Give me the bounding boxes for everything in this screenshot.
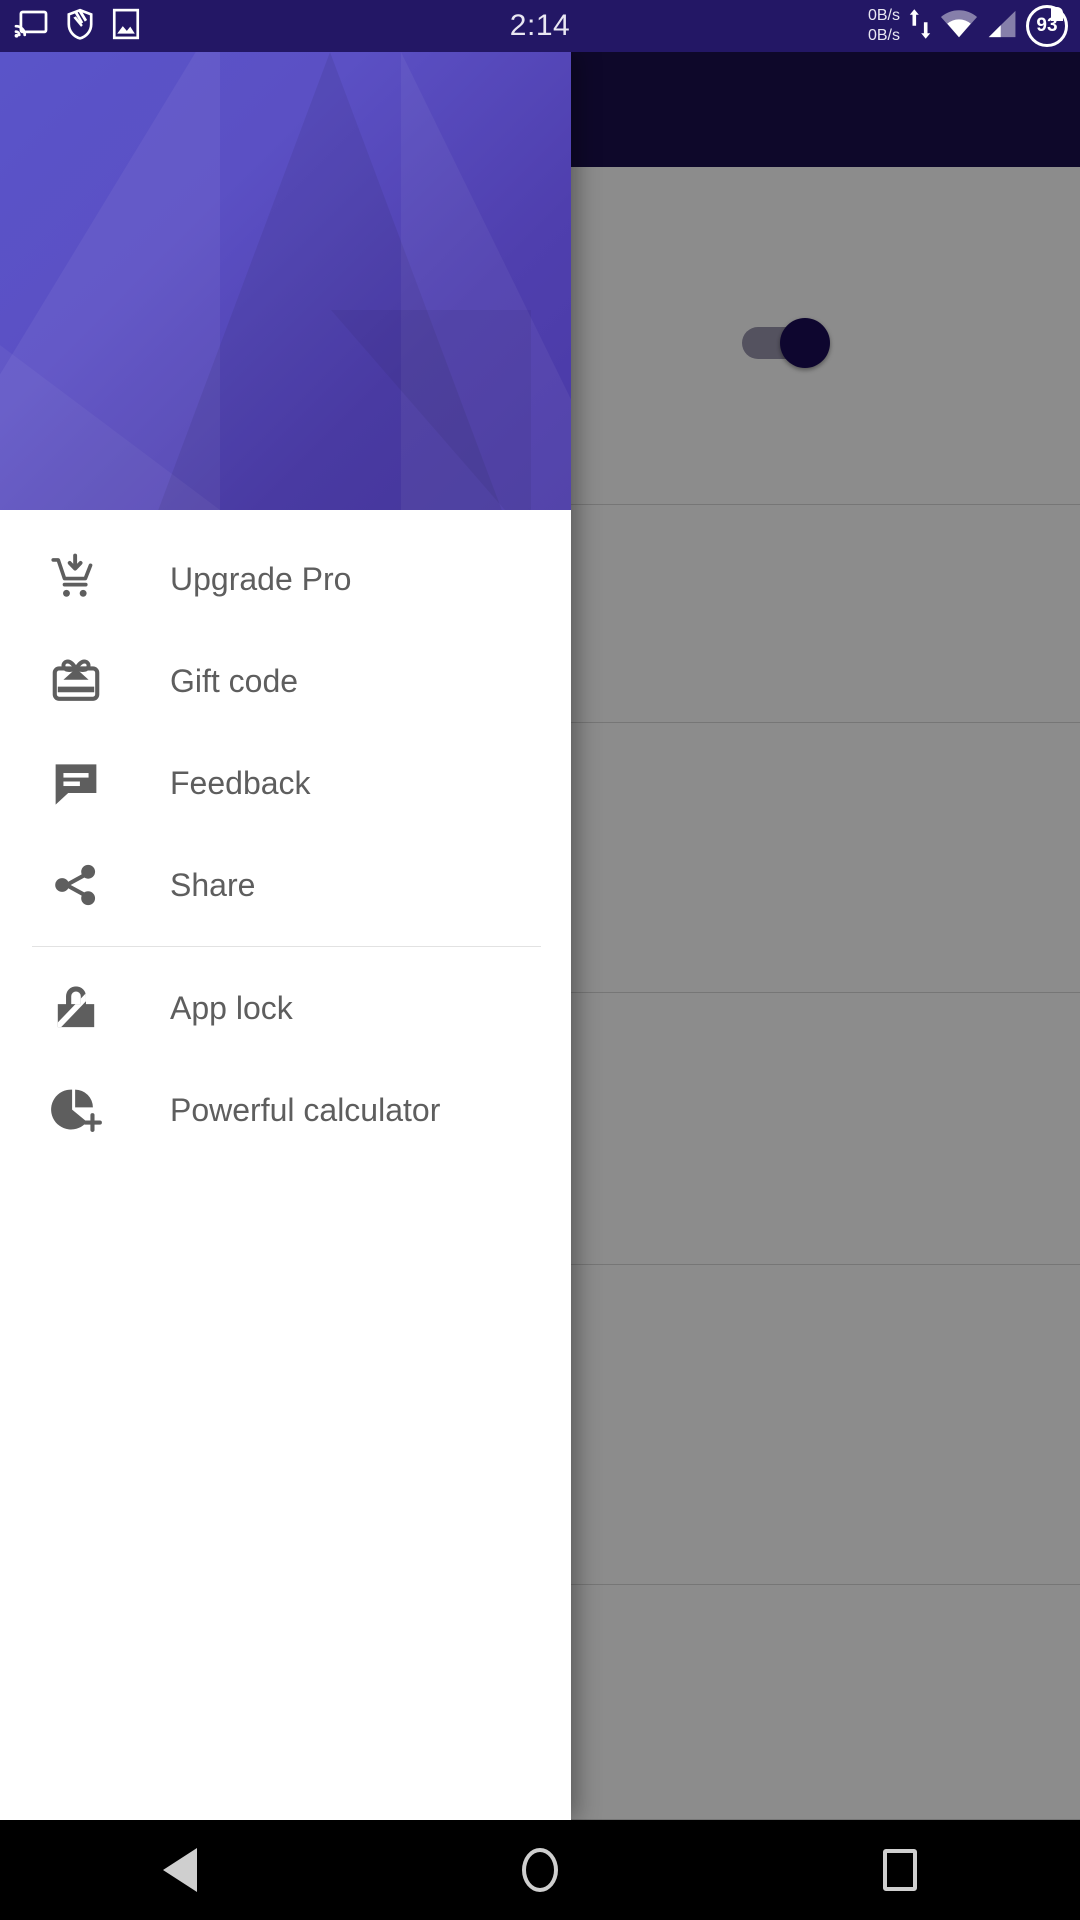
drawer-item-label: Gift code: [170, 662, 299, 699]
recents-button[interactable]: [820, 1820, 980, 1920]
app-lock-icon: [48, 980, 104, 1036]
gift-card-icon: [48, 653, 104, 709]
header-facet-shape: [331, 310, 531, 510]
drawer-item-share[interactable]: Share: [0, 834, 571, 936]
drawer-item-label: App lock: [170, 989, 293, 1026]
drawer-item-gift-code[interactable]: Gift code: [0, 630, 571, 732]
drawer-item-label: Share: [170, 866, 256, 903]
drawer-section-divider: [32, 946, 541, 947]
drawer-item-label: Powerful calculator: [170, 1091, 441, 1128]
home-button[interactable]: [460, 1820, 620, 1920]
drawer-item-upgrade-pro[interactable]: Upgrade Pro: [0, 528, 571, 630]
chat-bubble-icon: [48, 755, 104, 811]
cart-download-icon: [48, 551, 104, 607]
drawer-item-powerful-calculator[interactable]: Powerful calculator: [0, 1059, 571, 1161]
header-facet-shape: [0, 300, 220, 510]
drawer-item-app-lock[interactable]: App lock: [0, 957, 571, 1059]
battery-percent-label: 93: [1036, 15, 1058, 36]
drawer-item-label: Upgrade Pro: [170, 560, 352, 597]
drawer-header: [0, 52, 571, 510]
network-speed-indicator: 0B/s 0B/s: [868, 6, 900, 46]
circle-icon: [522, 1848, 558, 1892]
cellular-signal-icon: [986, 9, 1018, 44]
drawer-item-label: Feedback: [170, 764, 311, 801]
system-navigation-bar: [0, 1820, 1080, 1920]
navigation-drawer: Upgrade Pro Gift code Feedback Share App…: [0, 52, 571, 1820]
network-upload-speed: 0B/s: [867, 7, 900, 24]
square-icon: [883, 1849, 917, 1891]
wifi-icon: [940, 9, 978, 44]
status-bar-right-icons: 0B/s 0B/s 93: [868, 5, 1068, 47]
network-download-speed: 0B/s: [867, 27, 900, 44]
back-button[interactable]: [100, 1820, 260, 1920]
image-icon: [112, 8, 140, 45]
network-transfer-icon: [908, 6, 932, 47]
drawer-menu-list: Upgrade Pro Gift code Feedback Share App…: [0, 510, 571, 1161]
battery-icon: 93: [1026, 5, 1068, 47]
cast-icon: [14, 9, 48, 44]
share-icon: [48, 857, 104, 913]
status-bar: 2:14 0B/s 0B/s 93: [0, 0, 1080, 52]
triangle-left-icon: [163, 1848, 197, 1892]
pie-chart-plus-icon: [48, 1082, 104, 1138]
status-bar-left-icons: [14, 8, 140, 45]
drawer-item-feedback[interactable]: Feedback: [0, 732, 571, 834]
shield-icon: [64, 8, 96, 45]
android-screen: ring double lock: [0, 0, 1080, 1920]
